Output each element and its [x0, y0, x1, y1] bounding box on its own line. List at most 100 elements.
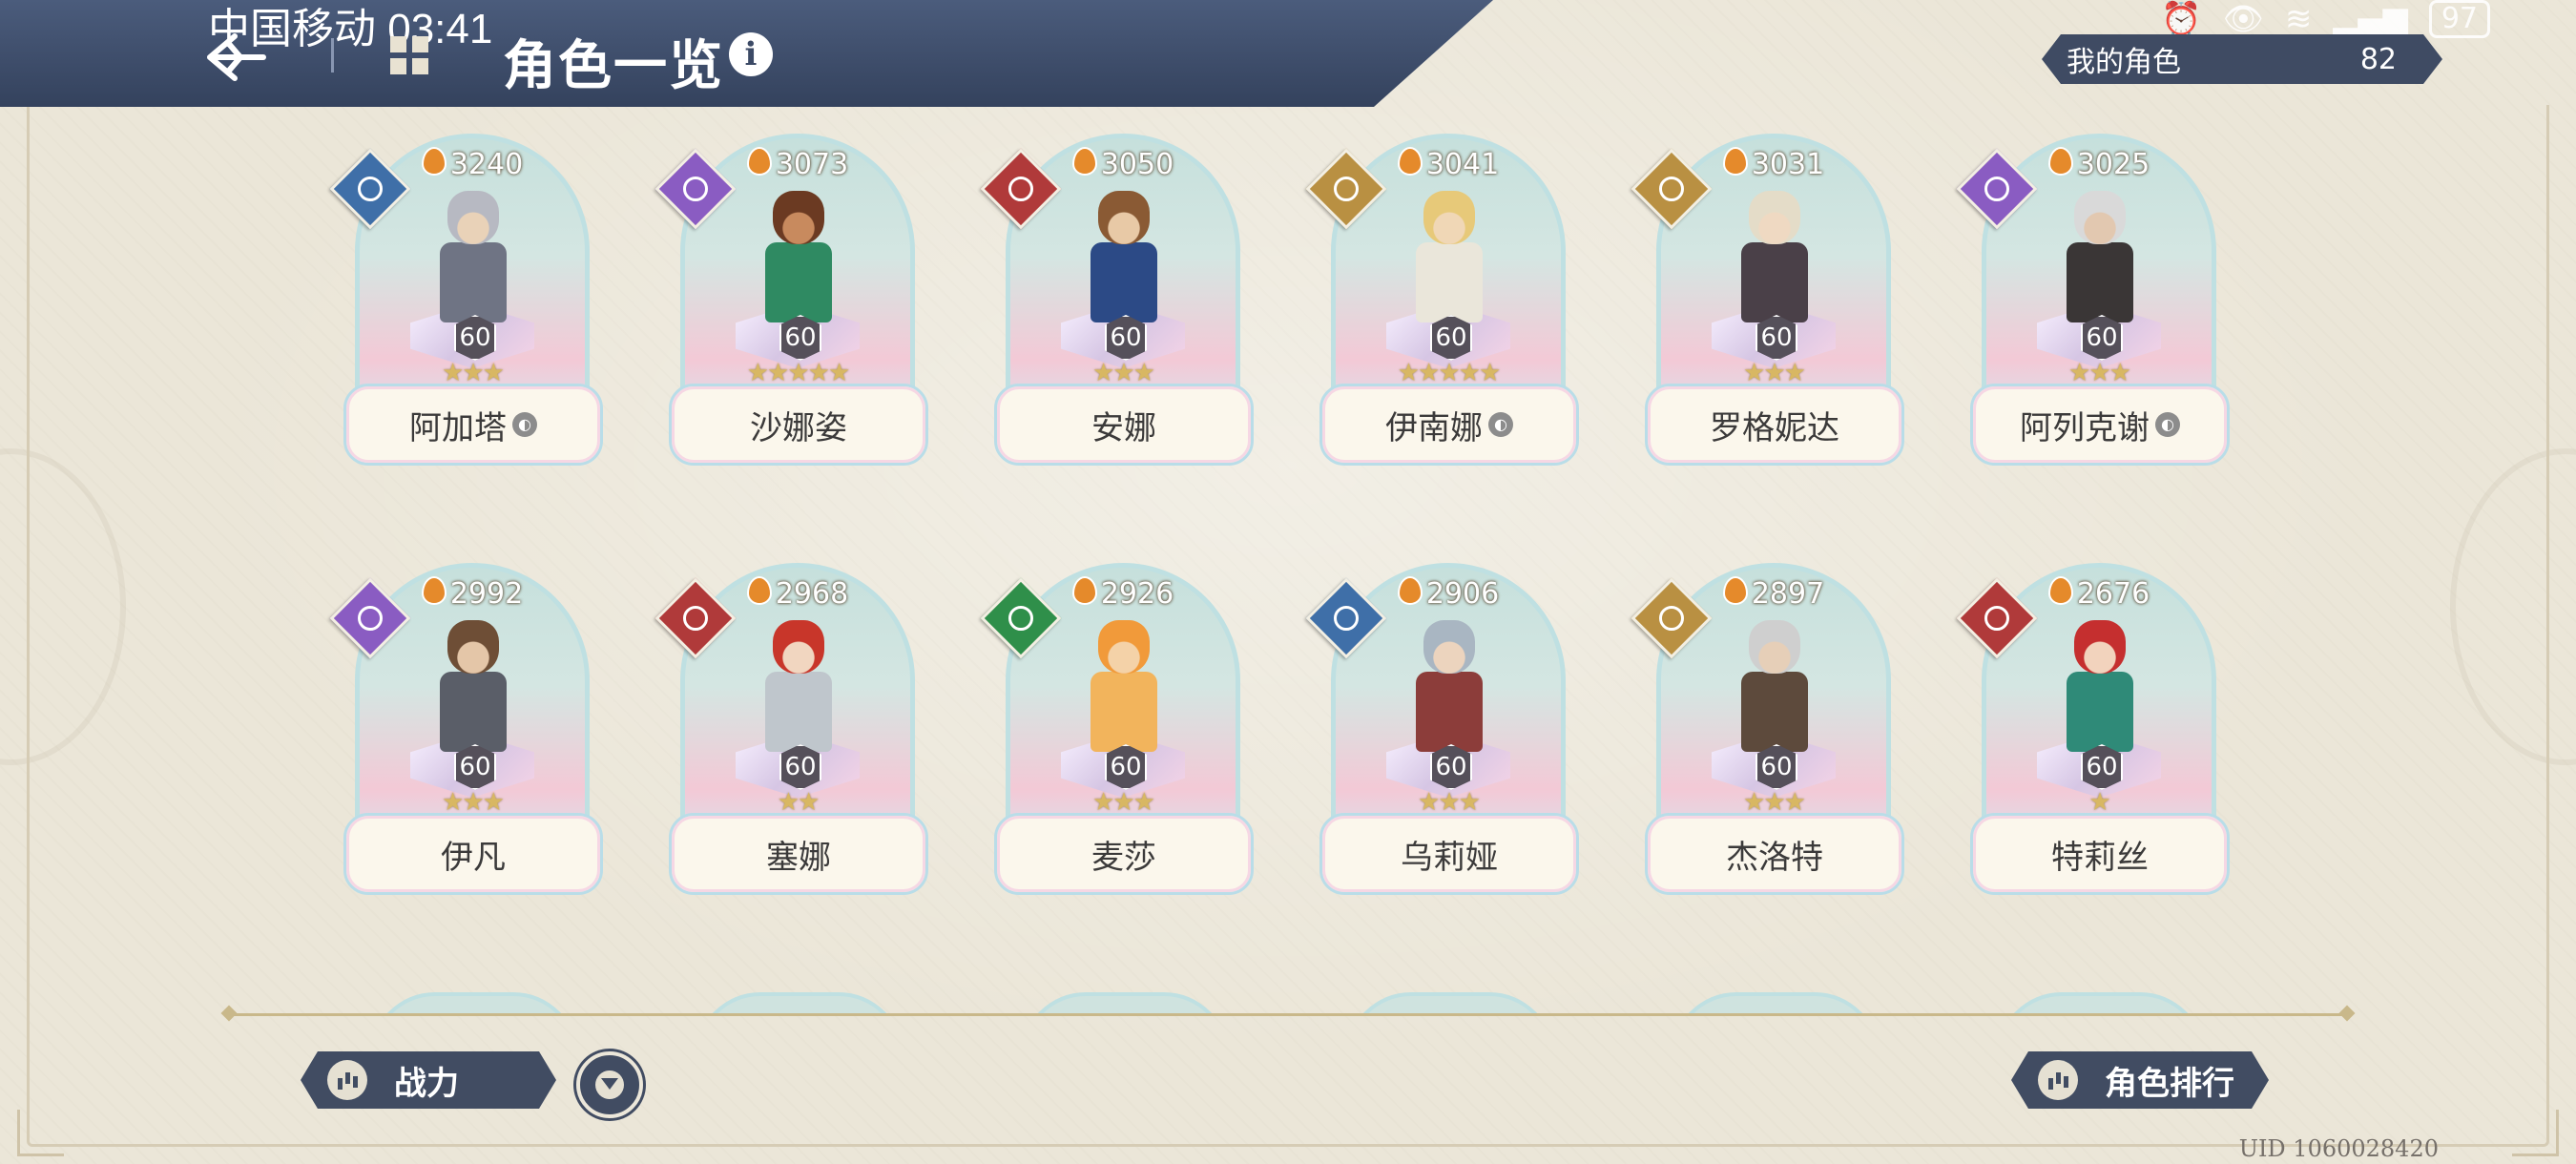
name-plate: 特莉丝	[1970, 813, 2230, 895]
character-sprite	[750, 620, 845, 763]
flame-icon	[1722, 147, 1748, 176]
info-icon[interactable]: i	[729, 32, 773, 76]
name-plate: 杰洛特	[1645, 813, 1904, 895]
character-card-partial[interactable]	[1006, 992, 1244, 1015]
character-card[interactable]: 3025 60 ★★★ 阿列克谢 ◐	[1956, 134, 2230, 506]
battery-icon: 97	[2428, 0, 2490, 38]
power-number: 2968	[775, 577, 849, 611]
status-icons: ⏰ 👁 ≋ ▂▄▆ 97	[2161, 0, 2490, 38]
bar-chart-icon	[327, 1060, 367, 1100]
collab-icon: ◐	[2155, 412, 2180, 437]
alarm-icon: ⏰	[2161, 0, 2202, 38]
flame-icon	[1722, 576, 1748, 605]
name-plate: 塞娜	[669, 813, 928, 895]
footer-divider-line	[229, 1013, 2347, 1016]
power-number: 3041	[1425, 148, 1500, 181]
flame-icon	[2047, 147, 2073, 176]
character-card[interactable]: 3240 60 ★★★ 阿加塔 ◐	[329, 134, 603, 506]
collab-icon: ◐	[1488, 412, 1513, 437]
signal-icon: ▂▄▆	[2333, 0, 2408, 38]
name-plate: 麦莎	[994, 813, 1254, 895]
my-characters-counter: 我的角色 82	[2042, 34, 2442, 84]
flame-icon	[421, 147, 447, 176]
power-number: 3031	[1751, 148, 1825, 181]
back-icon[interactable]	[202, 29, 269, 86]
name-plate: 乌莉娅	[1319, 813, 1579, 895]
eye-icon: 👁	[2222, 0, 2264, 38]
character-name: 麦莎	[1091, 838, 1156, 877]
flame-icon	[746, 147, 772, 176]
power-number: 2676	[2076, 577, 2150, 611]
character-sprite	[1401, 620, 1496, 763]
character-name: 罗格妮达	[1710, 408, 1839, 447]
flame-icon	[746, 576, 772, 605]
header-divider	[331, 38, 334, 73]
flame-icon	[421, 576, 447, 605]
power-number: 3050	[1100, 148, 1174, 181]
power-number: 2926	[1100, 577, 1174, 611]
character-card-partial[interactable]	[680, 992, 919, 1015]
character-card[interactable]: 3050 60 ★★★ 安娜	[980, 134, 1254, 506]
user-id: UID 1060028420	[2238, 1135, 2439, 1162]
character-sprite	[425, 620, 520, 763]
sort-power-button[interactable]: 战力	[301, 1051, 556, 1109]
ranking-icon	[2038, 1060, 2078, 1100]
character-sprite	[750, 191, 845, 334]
character-name: 阿列克谢	[2020, 408, 2150, 447]
flame-icon	[1071, 147, 1097, 176]
character-name: 塞娜	[766, 838, 831, 877]
character-card[interactable]: 2926 60 ★★★ 麦莎	[980, 563, 1254, 935]
name-plate: 伊凡	[343, 813, 603, 895]
character-sprite	[1075, 191, 1171, 334]
character-sprite	[1726, 191, 1821, 334]
flame-icon	[2047, 576, 2073, 605]
character-card[interactable]: 2968 60 ★★ 塞娜	[654, 563, 928, 935]
character-name: 乌莉娅	[1401, 838, 1498, 877]
power-number: 2992	[449, 577, 524, 611]
home-grid-icon[interactable]	[386, 32, 432, 78]
my-characters-label: 我的角色	[2067, 46, 2181, 79]
character-card-partial[interactable]	[1982, 992, 2220, 1015]
character-name: 阿加塔	[409, 408, 507, 447]
power-number: 2897	[1751, 577, 1825, 611]
character-sprite	[425, 191, 520, 334]
character-card[interactable]: 2676 60 ★ 特莉丝	[1956, 563, 2230, 935]
character-card-partial[interactable]	[355, 992, 593, 1015]
character-card-partial[interactable]	[1331, 992, 1569, 1015]
power-number: 2906	[1425, 577, 1500, 611]
corner-ornament	[17, 1110, 64, 1156]
character-sprite	[2051, 191, 2147, 334]
character-card[interactable]: 3073 60 ★★★★★ 沙娜姿	[654, 134, 928, 506]
character-name: 安娜	[1091, 408, 1156, 447]
power-number: 3025	[2076, 148, 2150, 181]
character-card[interactable]: 2897 60 ★★★ 杰洛特	[1631, 563, 1904, 935]
character-sprite	[1075, 620, 1171, 763]
name-plate: 阿加塔 ◐	[343, 384, 603, 466]
wifi-icon: ≋	[2284, 0, 2313, 38]
character-name: 杰洛特	[1726, 838, 1823, 877]
name-plate: 阿列克谢 ◐	[1970, 384, 2230, 466]
name-plate: 罗格妮达	[1645, 384, 1904, 466]
character-name: 特莉丝	[2051, 838, 2149, 877]
character-name: 伊凡	[441, 838, 506, 877]
page-title: 角色一览	[503, 35, 724, 97]
character-card[interactable]: 3031 60 ★★★ 罗格妮达	[1631, 134, 1904, 506]
character-card[interactable]: 2906 60 ★★★ 乌莉娅	[1305, 563, 1579, 935]
my-characters-count: 82	[2359, 42, 2397, 76]
sort-power-label: 战力	[394, 1064, 459, 1103]
character-card[interactable]: 2992 60 ★★★ 伊凡	[329, 563, 603, 935]
character-card-partial[interactable]	[1656, 992, 1895, 1015]
collab-icon: ◐	[512, 412, 537, 437]
character-ranking-label: 角色排行	[2105, 1064, 2234, 1103]
power-number: 3073	[775, 148, 849, 181]
filter-button[interactable]	[576, 1051, 643, 1118]
corner-ornament	[2512, 1110, 2559, 1156]
name-plate: 沙娜姿	[669, 384, 928, 466]
character-sprite	[2051, 620, 2147, 763]
name-plate: 安娜	[994, 384, 1254, 466]
character-sprite	[1726, 620, 1821, 763]
character-card[interactable]: 3041 60 ★★★★★ 伊南娜 ◐	[1305, 134, 1579, 506]
flame-icon	[1397, 576, 1423, 605]
character-ranking-button[interactable]: 角色排行	[2011, 1051, 2269, 1109]
character-sprite	[1401, 191, 1496, 334]
